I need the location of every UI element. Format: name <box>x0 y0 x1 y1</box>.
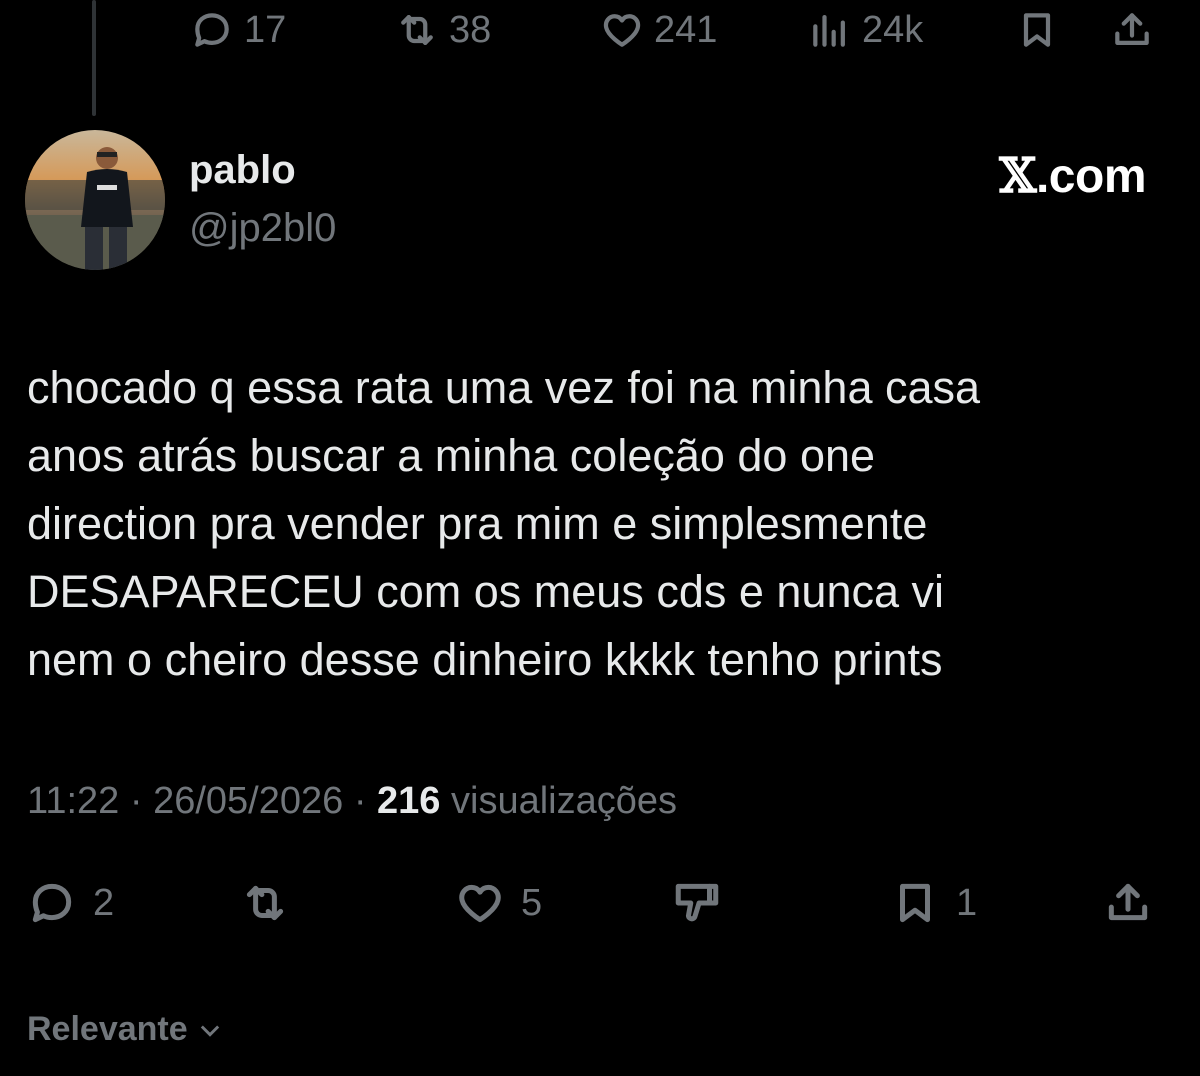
share-button[interactable] <box>1103 878 1153 928</box>
like-count: 241 <box>654 8 718 51</box>
avatar[interactable] <box>25 130 165 270</box>
tweet-time[interactable]: 11:22 <box>27 780 119 822</box>
tweet-date[interactable]: 26/05/2026 <box>153 780 343 822</box>
tweet-meta: 11:22 · 26/05/2026 · 216 visualizações <box>27 780 677 823</box>
repost-count: 38 <box>449 8 492 51</box>
views-count: 24k <box>862 8 924 51</box>
repost-icon <box>401 15 433 45</box>
heart-icon <box>603 14 641 47</box>
bookmark-button[interactable] <box>1015 8 1059 52</box>
bookmark-icon <box>900 883 930 923</box>
reply-count: 17 <box>244 8 287 51</box>
share-icon <box>1115 13 1149 45</box>
reply-sort-dropdown[interactable]: Relevante <box>27 1010 224 1049</box>
meta-separator: · <box>129 780 154 822</box>
chevron-down-icon <box>200 1024 219 1037</box>
brand-watermark: 𝕏.com <box>999 148 1146 204</box>
repost-icon <box>246 885 284 921</box>
heart-icon <box>459 884 501 923</box>
reply-icon <box>32 883 72 923</box>
meta-separator: · <box>353 780 378 822</box>
views-count: 216 <box>377 780 441 822</box>
share-button[interactable] <box>1110 8 1154 52</box>
reply-icon <box>195 13 229 47</box>
reply-count: 2 <box>93 881 115 924</box>
x-logo: 𝕏 <box>999 148 1036 204</box>
previous-tweet-actions: 17 38 241 24k <box>0 0 1200 70</box>
share-icon <box>1108 883 1148 921</box>
brand-domain: .com <box>1035 150 1147 203</box>
tweet-actions: 2 5 1 <box>0 870 1200 950</box>
bookmark-icon <box>1023 13 1051 47</box>
views-button[interactable]: 24k <box>808 8 923 52</box>
bookmark-button[interactable]: 1 <box>890 878 977 928</box>
sort-label: Relevante <box>27 1010 188 1048</box>
reply-button[interactable]: 17 <box>190 8 286 52</box>
analytics-icon <box>813 15 845 47</box>
like-button[interactable]: 5 <box>455 878 542 928</box>
repost-button[interactable]: 38 <box>395 8 491 52</box>
author-display-name[interactable]: pablo <box>189 148 296 193</box>
like-button[interactable]: 241 <box>600 8 717 52</box>
author-handle[interactable]: @jp2bl0 <box>189 206 336 251</box>
tweet-text: chocado q essa rata uma vez foi na minha… <box>27 362 981 685</box>
views-label: visualizações <box>451 780 677 822</box>
thumbs-down-icon <box>675 883 719 922</box>
bookmark-count: 1 <box>956 881 978 924</box>
reply-button[interactable]: 2 <box>27 878 114 928</box>
dislike-button[interactable] <box>672 878 722 928</box>
like-count: 5 <box>521 881 543 924</box>
repost-button[interactable] <box>240 878 290 928</box>
